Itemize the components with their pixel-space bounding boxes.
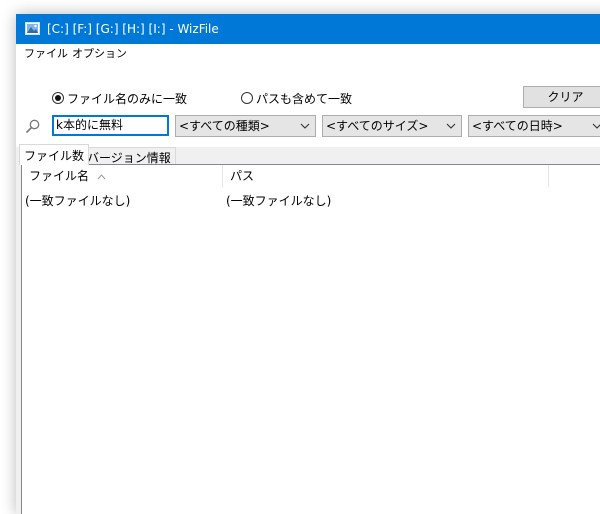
type-filter-select[interactable]: <すべての種類> — [175, 115, 316, 137]
search-icon — [26, 119, 40, 133]
menu-item-file[interactable]: ファイル — [24, 47, 68, 61]
radio-unselected-icon — [241, 92, 253, 104]
window-title: [C:] [F:] [G:] [H:] [I:] - WizFile — [47, 22, 219, 36]
menu-item-options[interactable]: オプション — [72, 47, 127, 61]
row-cell-filename: (一致ファイルなし) — [25, 194, 131, 208]
date-filter-select[interactable]: <すべての日時> — [468, 115, 600, 137]
size-filter-value: <すべてのサイズ> — [326, 119, 429, 133]
chevron-down-icon — [446, 123, 456, 129]
column-header-filename-label: ファイル名 — [29, 169, 90, 183]
sort-ascending-icon — [97, 173, 106, 179]
tab-strip: ファイル数 バージョン情報 — [16, 144, 600, 165]
size-filter-select[interactable]: <すべてのサイズ> — [322, 115, 462, 137]
radio-include-path[interactable]: パスも含めて一致 — [241, 90, 352, 106]
type-filter-value: <すべての種類> — [179, 119, 270, 133]
wizfile-app-icon — [25, 22, 40, 35]
tab-file-count[interactable]: ファイル数 — [19, 144, 90, 165]
tab-version-info[interactable]: バージョン情報 — [82, 147, 176, 165]
column-divider[interactable] — [548, 165, 549, 187]
chevron-down-icon — [592, 123, 600, 129]
radio-selected-icon — [52, 92, 64, 104]
radio-match-name-only[interactable]: ファイル名のみに一致 — [52, 90, 187, 106]
results-list[interactable]: ファイル名 パス (一致ファイルなし) (一致ファイルなし) — [21, 164, 600, 514]
title-bar[interactable]: [C:] [F:] [G:] [H:] [I:] - WizFile — [16, 14, 600, 44]
column-header-filename[interactable]: ファイル名 — [29, 165, 106, 187]
chevron-down-icon — [300, 123, 310, 129]
menu-bar: ファイル オプション — [16, 44, 600, 65]
column-header-path[interactable]: パス — [230, 165, 254, 187]
column-divider[interactable] — [222, 165, 223, 187]
date-filter-value: <すべての日時> — [472, 119, 563, 133]
radio-match-name-only-label: ファイル名のみに一致 — [67, 91, 188, 106]
radio-include-path-label: パスも含めて一致 — [256, 91, 353, 106]
app-window: [C:] [F:] [G:] [H:] [I:] - WizFile ファイル … — [16, 14, 600, 514]
search-input[interactable]: k本的に無料 — [52, 115, 169, 136]
search-toolbar: ファイル名のみに一致 パスも含めて一致 クリア k本的に無料 <すべての種類> … — [16, 65, 600, 147]
row-cell-path: (一致ファイルなし) — [226, 194, 332, 208]
clear-button[interactable]: クリア — [523, 86, 600, 108]
results-list-header: ファイル名 パス — [22, 165, 600, 187]
